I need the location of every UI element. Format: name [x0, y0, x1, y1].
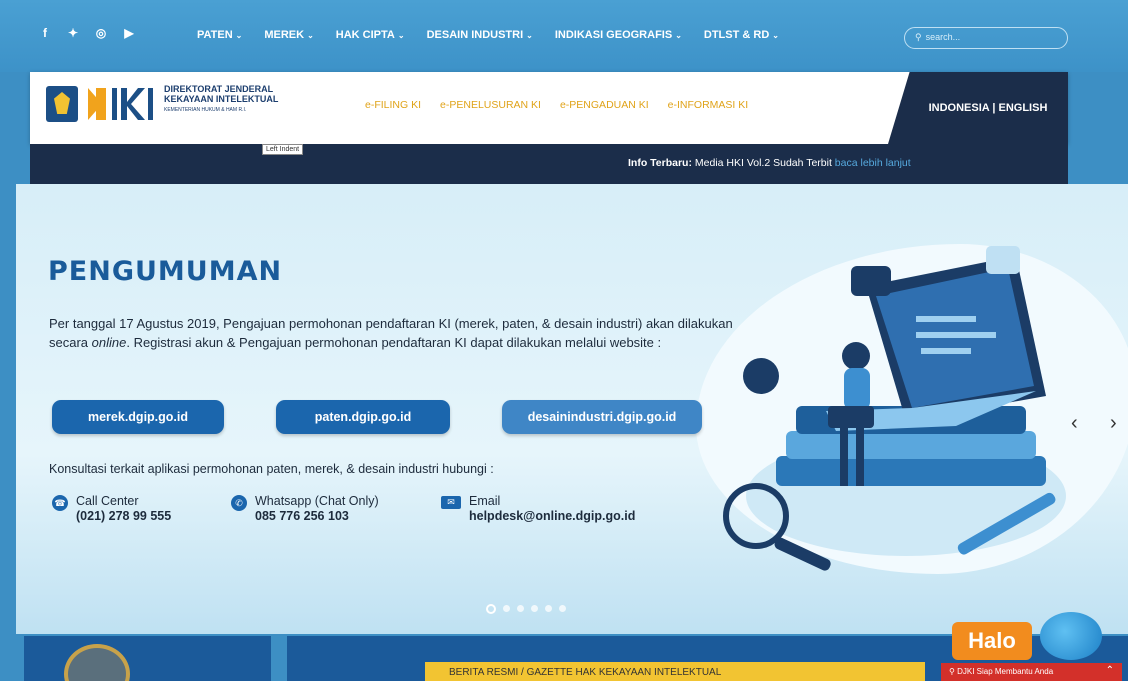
- latest-info-text: Media HKI Vol.2 Sudah Terbit: [691, 157, 835, 169]
- nav-e-informasi[interactable]: e-INFORMASI KI: [668, 99, 749, 111]
- contact-label: Call Center: [76, 494, 139, 508]
- top-bar: f ✦ ◎ ▶ PATEN ⌄ MEREK ⌄ HAK CIPTA ⌄ DESAIN …: [0, 0, 1128, 72]
- slide-dot[interactable]: [559, 605, 566, 612]
- desain-industri-link-button[interactable]: desainindustri.dgip.go.id: [502, 400, 702, 434]
- chevron-down-icon: ⌄: [675, 31, 682, 40]
- nav-paten[interactable]: PATEN ⌄: [197, 29, 242, 41]
- slide-dot[interactable]: [531, 605, 538, 612]
- read-more-link[interactable]: baca lebih lanjut: [835, 157, 911, 169]
- nav-label: PATEN: [197, 29, 233, 41]
- latest-info: Info Terbaru: Media HKI Vol.2 Sudah Terb…: [628, 157, 911, 169]
- user-icon: ⚲: [949, 667, 958, 676]
- garuda-emblem-icon: [46, 86, 78, 122]
- desc-italic: online: [91, 335, 127, 350]
- nav-e-pengaduan[interactable]: e-PENGADUAN KI: [560, 99, 649, 111]
- nav-e-penelusuran[interactable]: e-PENELUSURAN KI: [440, 99, 541, 111]
- email-contact[interactable]: ✉ Email helpdesk@online.dgip.go.id: [441, 494, 635, 524]
- halo-chat-button[interactable]: Halo: [952, 622, 1032, 660]
- info-bar: Left Indent Info Terbaru: Media HKI Vol.…: [30, 144, 1068, 184]
- help-chat-bar[interactable]: ⚲ DJKI Siap Membantu Anda ⌃: [941, 663, 1122, 681]
- profile-card: [24, 636, 271, 681]
- tooltip: Left Indent: [262, 144, 304, 155]
- announcement-description: Per tanggal 17 Agustus 2019, Pengajuan p…: [49, 314, 769, 352]
- nav-label: DTLST & RD: [703, 29, 770, 41]
- chevron-down-icon: ⌄: [397, 31, 405, 40]
- merek-link-button[interactable]: merek.dgip.go.id: [52, 400, 224, 434]
- nav-dtlst-rd[interactable]: DTLST & RD ⌄: [704, 29, 779, 41]
- facebook-icon[interactable]: f: [38, 26, 52, 40]
- chevron-down-icon: ⌄: [307, 31, 314, 40]
- email-icon: ✉: [441, 496, 461, 509]
- social-links: f ✦ ◎ ▶: [38, 26, 136, 40]
- site-header: DIREKTORAT JENDERAL KEKAYAAN INTELEKTUAL…: [30, 72, 1068, 144]
- logo-line-1: DIREKTORAT JENDERAL: [164, 84, 274, 94]
- announcement-title: PENGUMUMAN: [48, 256, 283, 287]
- whatsapp-icon: ✆: [231, 495, 247, 511]
- djki-logo-icon[interactable]: [86, 84, 156, 124]
- search-placeholder: search...: [925, 32, 961, 42]
- logo-line-2: KEKAYAAN INTELEKTUAL: [164, 94, 279, 104]
- paten-link-button[interactable]: paten.dgip.go.id: [276, 400, 450, 434]
- chevron-down-icon: ⌄: [772, 31, 779, 40]
- slide-dot[interactable]: [545, 605, 552, 612]
- nav-indikasi-geografis[interactable]: INDIKASI GEOGRAFIS ⌄: [555, 29, 682, 41]
- logo-line-3: KEMENTERIAN HUKUM & HAM R.I.: [164, 107, 247, 113]
- nav-label: MEREK: [264, 29, 305, 41]
- main-nav: PATEN ⌄ MEREK ⌄ HAK CIPTA ⌄ DESAIN INDUSTRI…: [197, 29, 801, 41]
- help-text: DJKI Siap Membantu Anda: [957, 667, 1054, 676]
- contact-label: Email: [469, 494, 501, 508]
- search-icon: ⚲: [915, 32, 922, 42]
- chevron-down-icon: ⌄: [526, 31, 533, 40]
- chat-bubble-icon[interactable]: [1040, 612, 1102, 660]
- slide-dot[interactable]: [503, 605, 510, 612]
- instagram-icon[interactable]: ◎: [94, 26, 108, 40]
- contact-value: (021) 278 99 555: [76, 509, 172, 523]
- slide-dot[interactable]: [517, 605, 524, 612]
- call-center-contact[interactable]: ☎ Call Center (021) 278 99 555: [52, 494, 171, 524]
- nav-label: HAK CIPTA: [335, 29, 395, 41]
- search-input[interactable]: ⚲ search...: [904, 27, 1068, 49]
- contact-label: Whatsapp (Chat Only): [255, 494, 379, 508]
- nav-label: INDIKASI GEOGRAFIS: [554, 29, 673, 41]
- whatsapp-contact[interactable]: ✆ Whatsapp (Chat Only) 085 776 256 103: [231, 494, 379, 524]
- chevron-up-icon: ⌃: [1105, 665, 1114, 676]
- latest-info-label: Info Terbaru:: [628, 157, 692, 169]
- nav-merek[interactable]: MEREK ⌄: [264, 29, 313, 41]
- chevron-down-icon: ⌄: [235, 31, 243, 40]
- language-switcher[interactable]: INDONESIA | ENGLISH: [888, 72, 1068, 144]
- desc-part-2: . Registrasi akun & Pengajuan permohonan…: [126, 335, 662, 350]
- prev-slide-arrow-icon[interactable]: ‹: [1071, 412, 1078, 435]
- slide-indicators: [486, 604, 566, 614]
- nav-desain-industri[interactable]: DESAIN INDUSTRI ⌄: [427, 29, 533, 41]
- youtube-icon[interactable]: ▶: [122, 26, 136, 40]
- gazette-banner[interactable]: BERITA RESMI / GAZETTE HAK KEKAYAAN INTE…: [425, 662, 925, 681]
- contact-value: helpdesk@online.dgip.go.id: [469, 509, 636, 523]
- logo-text: DIREKTORAT JENDERAL KEKAYAAN INTELEKTUAL…: [164, 84, 278, 115]
- twitter-icon[interactable]: ✦: [66, 26, 80, 40]
- nav-label: DESAIN INDUSTRI: [426, 29, 524, 41]
- nav-e-filing[interactable]: e-FILING KI: [365, 99, 421, 111]
- ki-services-nav: e-FILING KI e-PENELUSURAN KI e-PENGADUAN…: [365, 99, 767, 111]
- slide-dot[interactable]: [486, 604, 496, 614]
- contact-value: 085 776 256 103: [255, 509, 349, 523]
- nav-hak-cipta[interactable]: HAK CIPTA ⌄: [336, 29, 405, 41]
- laptop-illustration: [723, 246, 1066, 571]
- next-slide-arrow-icon[interactable]: ›: [1110, 412, 1117, 435]
- headset-icon: ☎: [52, 495, 68, 511]
- consultation-text: Konsultasi terkait aplikasi permohonan p…: [49, 462, 494, 476]
- announcement-slider: PENGUMUMAN Per tanggal 17 Agustus 2019, …: [16, 184, 1128, 634]
